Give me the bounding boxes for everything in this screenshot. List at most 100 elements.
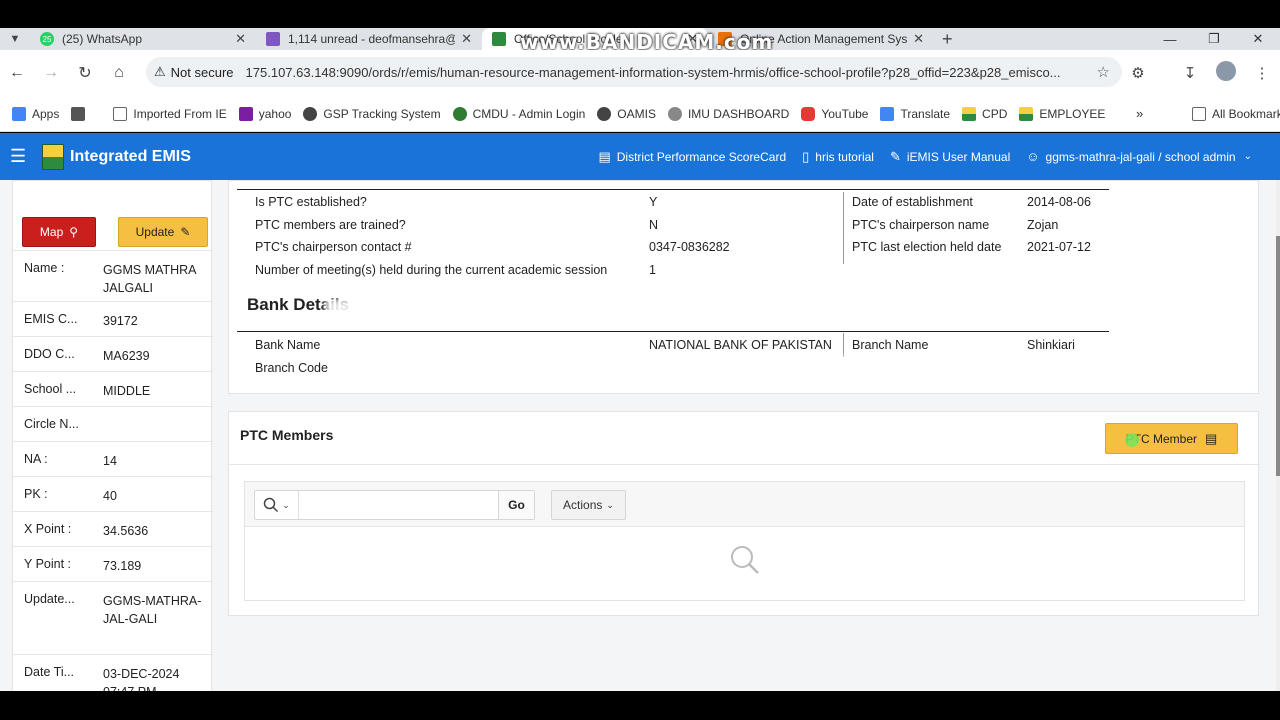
yahoo-icon xyxy=(238,106,253,121)
more-bookmarks-chevron-icon[interactable]: » xyxy=(1136,106,1143,121)
school-summary-sidebar: Map ⚲ Update ✎ Name : GGMS MATHRA JALGALI E… xyxy=(12,180,213,691)
ptc-established-value: Y xyxy=(649,195,658,209)
chevron-down-icon: ⌄ xyxy=(1243,151,1252,162)
tab-title: (25) WhatsApp xyxy=(62,32,143,46)
actions-menu-button[interactable]: Actions ⌄ xyxy=(551,490,626,520)
field-school-level: School ... MIDDLE xyxy=(13,371,213,406)
download-icon[interactable]: ↧ xyxy=(1172,64,1208,82)
map-button[interactable]: Map ⚲ xyxy=(22,217,96,247)
emis-logo xyxy=(42,143,64,170)
bookmark-cpd[interactable]: CPD xyxy=(962,106,1007,121)
bookmark-apps[interactable]: Apps xyxy=(12,106,59,121)
close-tab-icon[interactable]: ✕ xyxy=(235,31,246,47)
address-bar[interactable]: ⚠ Not secure 175.107.63.148:9090/ords/r/… xyxy=(146,57,1122,87)
translate-icon xyxy=(880,106,895,121)
manual-icon: ✎ xyxy=(889,148,901,164)
link-district-scorecard[interactable]: ▤ District Performance ScoreCard xyxy=(598,149,786,165)
field-y-point: Y Point :73.189 xyxy=(13,546,213,581)
bookmark-gsp-tracking[interactable]: GSP Tracking System xyxy=(303,106,441,121)
field-circle-name: Circle N... xyxy=(13,406,213,441)
url-text[interactable]: 175.107.63.148:9090/ords/r/emis/human-re… xyxy=(246,65,1097,80)
bookmark-translate[interactable]: Translate xyxy=(880,106,950,121)
globe-icon xyxy=(597,106,612,121)
restore-icon[interactable]: ❐ xyxy=(1192,31,1236,47)
go-button[interactable]: Go xyxy=(498,491,534,519)
user-menu[interactable]: ☺ ggms-mathra-jal-gali / school admin ⌄ xyxy=(1026,149,1252,164)
bookmark-employee[interactable]: EMPLOYEE xyxy=(1019,106,1105,121)
ptc-members-card: PTC Members PTC Member ▤ ⌄ Go Actions ⌄ xyxy=(228,411,1260,616)
tab-title: 1,114 unread - deofmansehra@ xyxy=(288,32,456,46)
emis-favicon-icon xyxy=(492,32,506,46)
bank-name-value: NATIONAL BANK OF PAKISTAN xyxy=(649,338,832,352)
field-na: NA :14 xyxy=(13,441,213,476)
branch-name-value: Shinkiari xyxy=(1027,338,1075,352)
chevron-down-icon: ⌄ xyxy=(282,499,290,510)
forward-arrow-icon[interactable]: → xyxy=(34,64,68,82)
column-divider xyxy=(843,333,844,357)
link-hris-tutorial[interactable]: ▯ hris tutorial xyxy=(802,149,874,165)
map-pin-icon: ⚲ xyxy=(69,225,79,239)
ptc-members-title: PTC Members xyxy=(240,427,334,443)
extensions-puzzle-icon[interactable]: ⚙ xyxy=(1120,64,1156,82)
document-icon: ▯ xyxy=(802,148,810,164)
field-x-point: X Point :34.5636 xyxy=(13,511,213,546)
home-icon[interactable]: ⌂ xyxy=(102,64,136,82)
close-tab-icon[interactable]: ✕ xyxy=(913,31,924,47)
app-name[interactable]: Integrated EMIS xyxy=(70,148,191,166)
date-establishment-value: 2014-08-06 xyxy=(1027,195,1091,209)
window-controls: — ❐ ✕ xyxy=(1148,28,1280,50)
tab-search-chevron-icon[interactable]: ▼ xyxy=(0,33,30,45)
emis-favicon-icon xyxy=(962,106,977,121)
edit-icon: ✎ xyxy=(180,225,191,239)
bookmark-oamis[interactable]: OAMIS xyxy=(597,106,656,121)
id-card-icon: ▤ xyxy=(1205,430,1218,446)
browser-toolbar: ← → ↻ ⌂ ⚠ Not secure 175.107.63.148:9090… xyxy=(0,50,1280,96)
ptc-chair-contact-label: PTC's chairperson contact # xyxy=(255,240,412,254)
new-tab-plus-icon[interactable]: + xyxy=(942,29,953,50)
apps-grid-icon xyxy=(12,106,26,121)
profile-avatar[interactable] xyxy=(1208,61,1244,85)
bookmark-star-icon[interactable]: ☆ xyxy=(1097,63,1110,81)
search-input[interactable] xyxy=(299,491,498,519)
ptc-established-label: Is PTC established? xyxy=(255,195,367,209)
bookmarks-bar: Apps Imported From IE yahoo GSP Tracking… xyxy=(0,96,1280,132)
bookmark-grid[interactable] xyxy=(71,106,91,121)
grid-icon xyxy=(71,106,86,121)
redaction-blur xyxy=(559,357,1149,387)
bank-name-label: Bank Name xyxy=(255,338,321,352)
link-user-manual[interactable]: ✎ iEMIS User Manual xyxy=(890,149,1010,165)
bookmark-youtube[interactable]: YouTube xyxy=(801,106,868,121)
window-close-icon[interactable]: ✕ xyxy=(1236,31,1280,47)
youtube-icon xyxy=(801,106,816,121)
hamburger-menu-icon[interactable]: ☰ xyxy=(10,146,30,167)
search-icon xyxy=(263,497,279,513)
field-pk: PK :40 xyxy=(13,476,213,511)
update-button[interactable]: Update ✎ xyxy=(118,217,208,247)
ptc-trained-label: PTC members are trained? xyxy=(255,218,406,232)
reload-icon[interactable]: ↻ xyxy=(68,63,102,83)
close-tab-icon[interactable]: ✕ xyxy=(461,31,472,47)
page-scrollbar-thumb[interactable] xyxy=(1276,236,1280,476)
search-column-selector[interactable]: ⌄ xyxy=(255,491,299,519)
menu-kebab-icon[interactable]: ⋮ xyxy=(1244,64,1280,82)
branch-name-label: Branch Name xyxy=(852,338,929,352)
warning-triangle-icon[interactable]: ⚠ xyxy=(154,64,166,80)
last-election-label: PTC last election held date xyxy=(852,240,1002,254)
column-divider xyxy=(843,217,844,264)
bookmark-yahoo[interactable]: yahoo xyxy=(238,106,291,121)
tab-mail[interactable]: 1,114 unread - deofmansehra@ ✕ xyxy=(256,28,482,50)
last-election-value: 2021-07-12 xyxy=(1027,240,1091,254)
emis-favicon-icon xyxy=(1019,106,1034,121)
ptc-meetings-value: 1 xyxy=(649,263,656,277)
bookmark-cmdu-admin[interactable]: CMDU - Admin Login xyxy=(452,106,585,121)
not-secure-label[interactable]: Not secure xyxy=(171,65,234,80)
back-arrow-icon[interactable]: ← xyxy=(0,64,34,82)
bookmark-all-bookmarks[interactable]: All Bookmarks xyxy=(1192,96,1280,132)
bookmark-imu-dashboard[interactable]: IMU DASHBOARD xyxy=(667,106,789,121)
folder-icon xyxy=(113,106,128,121)
bookmark-imported-from-ie[interactable]: Imported From IE xyxy=(113,106,227,121)
tab-whatsapp[interactable]: 25 (25) WhatsApp ✕ xyxy=(30,28,256,50)
toolbar-right-actions: ⚙ ↧ ⋮ xyxy=(1120,50,1280,96)
field-updated-by: Update... GGMS-MATHRA-JAL-GALI xyxy=(13,581,213,654)
minimize-icon[interactable]: — xyxy=(1148,32,1192,47)
